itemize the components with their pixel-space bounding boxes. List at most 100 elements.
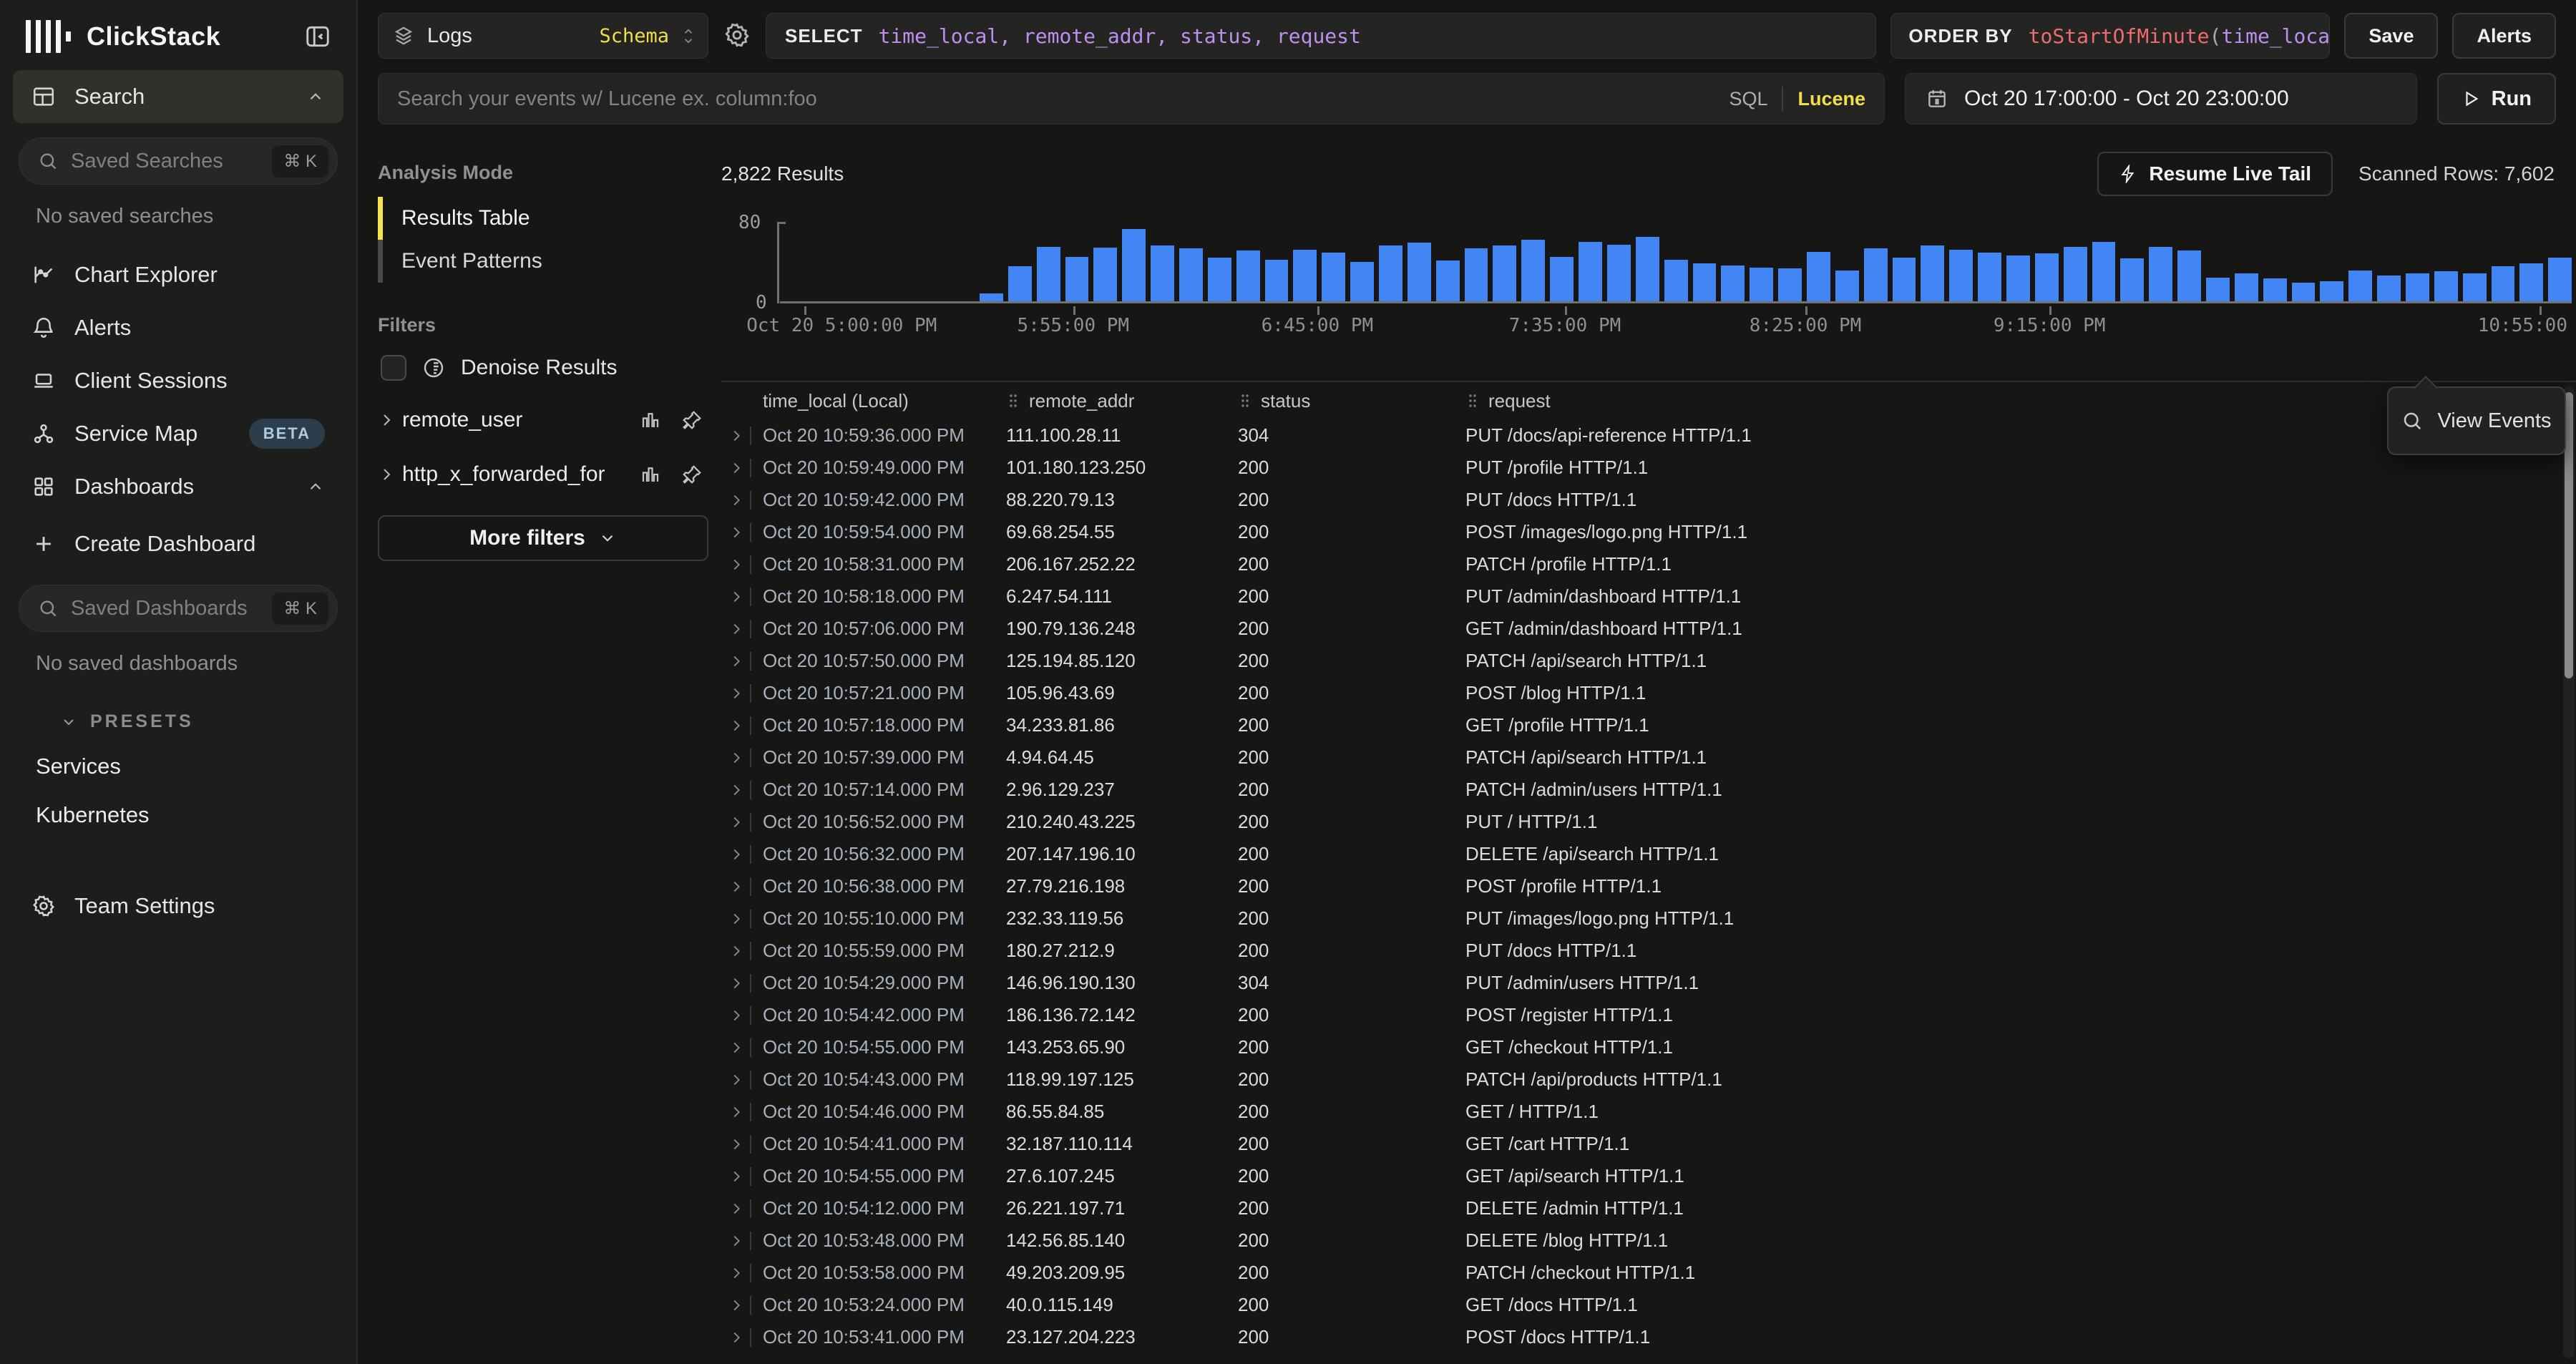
row-expand-icon[interactable] bbox=[724, 1330, 748, 1345]
row-expand-icon[interactable] bbox=[724, 1008, 748, 1023]
histogram-bar[interactable] bbox=[1607, 245, 1631, 301]
histogram-bar[interactable] bbox=[2348, 271, 2372, 301]
table-row[interactable]: Oct 20 10:54:55.000 PM143.253.65.90200GE… bbox=[721, 1031, 2576, 1063]
histogram-bar[interactable] bbox=[1265, 260, 1289, 301]
row-expand-icon[interactable] bbox=[724, 943, 748, 959]
run-button[interactable]: Run bbox=[2437, 73, 2556, 125]
histogram-bar[interactable] bbox=[1721, 266, 1745, 301]
table-row[interactable]: Oct 20 10:56:38.000 PM27.79.216.198200PO… bbox=[721, 870, 2576, 902]
source-select[interactable]: Logs Schema bbox=[378, 13, 708, 59]
source-settings-button[interactable] bbox=[723, 21, 751, 50]
histogram-bar[interactable] bbox=[2463, 273, 2487, 301]
filter-field-http-x-forwarded-for[interactable]: http_x_forwarded_for bbox=[378, 452, 708, 497]
sidebar-item-search[interactable]: Search bbox=[13, 70, 343, 123]
histogram-bar[interactable] bbox=[1521, 240, 1545, 301]
row-expand-icon[interactable] bbox=[724, 589, 748, 605]
row-expand-icon[interactable] bbox=[724, 847, 748, 862]
histogram-bar[interactable] bbox=[2320, 281, 2343, 301]
date-range-picker[interactable]: Oct 20 17:00:00 - Oct 20 23:00:00 bbox=[1905, 73, 2417, 125]
histogram-bar[interactable] bbox=[2548, 258, 2572, 301]
table-row[interactable]: Oct 20 10:53:48.000 PM142.56.85.140200DE… bbox=[721, 1224, 2576, 1257]
sidebar-item-team-settings[interactable]: Team Settings bbox=[13, 880, 343, 932]
collapse-sidebar-button[interactable] bbox=[302, 21, 333, 52]
histogram-bar[interactable] bbox=[1379, 245, 1402, 301]
row-expand-icon[interactable] bbox=[724, 492, 748, 508]
histogram-bar[interactable] bbox=[2064, 247, 2087, 301]
row-expand-icon[interactable] bbox=[724, 428, 748, 444]
table-row[interactable]: Oct 20 10:54:46.000 PM86.55.84.85200GET … bbox=[721, 1096, 2576, 1128]
table-row[interactable]: Oct 20 10:59:42.000 PM88.220.79.13200PUT… bbox=[721, 484, 2576, 516]
field-chart-icon[interactable] bbox=[640, 409, 661, 431]
row-expand-icon[interactable] bbox=[724, 718, 748, 734]
row-expand-icon[interactable] bbox=[724, 686, 748, 701]
histogram-bar[interactable] bbox=[2120, 258, 2144, 301]
table-row[interactable]: Oct 20 10:56:52.000 PM210.240.43.225200P… bbox=[721, 806, 2576, 838]
histogram-bar[interactable] bbox=[1322, 253, 1345, 301]
denoise-checkbox[interactable] bbox=[381, 355, 406, 381]
histogram-bar[interactable] bbox=[1122, 229, 1146, 301]
pin-icon[interactable] bbox=[681, 409, 703, 431]
histogram-bar[interactable] bbox=[2235, 273, 2258, 301]
histogram-bar[interactable] bbox=[1978, 253, 2001, 301]
row-expand-icon[interactable] bbox=[724, 975, 748, 991]
table-row[interactable]: Oct 20 10:58:31.000 PM206.167.252.22200P… bbox=[721, 548, 2576, 580]
row-expand-icon[interactable] bbox=[724, 782, 748, 798]
histogram-bar[interactable] bbox=[1179, 248, 1203, 301]
table-row[interactable]: Oct 20 10:54:42.000 PM186.136.72.142200P… bbox=[721, 999, 2576, 1031]
table-row[interactable]: Oct 20 10:54:55.000 PM27.6.107.245200GET… bbox=[721, 1160, 2576, 1192]
table-row[interactable]: Oct 20 10:59:49.000 PM101.180.123.250200… bbox=[721, 452, 2576, 484]
row-expand-icon[interactable] bbox=[724, 460, 748, 476]
histogram-bar[interactable] bbox=[1807, 252, 1830, 301]
drag-handle-icon[interactable] bbox=[1006, 392, 1020, 409]
histogram-bar[interactable] bbox=[2519, 263, 2543, 301]
table-row[interactable]: Oct 20 10:57:21.000 PM105.96.43.69200POS… bbox=[721, 677, 2576, 709]
row-expand-icon[interactable] bbox=[724, 1104, 748, 1120]
histogram-bar[interactable] bbox=[1750, 268, 1773, 301]
order-by-input[interactable]: ORDER BY toStartOfMinute(time_local) D bbox=[1890, 13, 2330, 59]
sidebar-item-alerts[interactable]: Alerts bbox=[13, 301, 343, 354]
table-row[interactable]: Oct 20 10:53:24.000 PM40.0.115.149200GET… bbox=[721, 1289, 2576, 1321]
mode-lucene-toggle[interactable]: Lucene bbox=[1783, 88, 1865, 110]
sidebar-item-service-map[interactable]: Service Map BETA bbox=[13, 407, 343, 460]
table-row[interactable]: Oct 20 10:57:18.000 PM34.233.81.86200GET… bbox=[721, 709, 2576, 741]
select-columns-input[interactable]: SELECT time_local, remote_addr, status, … bbox=[766, 13, 1876, 59]
histogram-bar[interactable] bbox=[1236, 250, 1260, 301]
more-filters-button[interactable]: More filters bbox=[378, 515, 708, 561]
saved-searches-input[interactable]: Saved Searches ⌘ K bbox=[19, 137, 338, 185]
histogram-bar[interactable] bbox=[1550, 257, 1574, 301]
row-expand-icon[interactable] bbox=[724, 1169, 748, 1184]
histogram-bar[interactable] bbox=[1436, 260, 1460, 301]
row-expand-icon[interactable] bbox=[724, 814, 748, 830]
histogram-bar[interactable] bbox=[1636, 237, 1659, 301]
histogram-bar[interactable] bbox=[1407, 243, 1431, 301]
histogram-bar[interactable] bbox=[1579, 242, 1602, 301]
resume-live-tail-button[interactable]: Resume Live Tail bbox=[2097, 152, 2333, 196]
histogram-bar[interactable] bbox=[2177, 250, 2201, 301]
histogram-bar[interactable] bbox=[1893, 258, 1916, 301]
drag-handle-icon[interactable] bbox=[1238, 392, 1252, 409]
field-chart-icon[interactable] bbox=[640, 464, 661, 485]
row-expand-icon[interactable] bbox=[724, 911, 748, 927]
table-row[interactable]: Oct 20 10:57:39.000 PM4.94.64.45200PATCH… bbox=[721, 741, 2576, 774]
histogram-bar[interactable] bbox=[2092, 242, 2116, 301]
preset-item-services[interactable]: Services bbox=[13, 742, 343, 791]
histogram-bar[interactable] bbox=[1693, 263, 1717, 301]
row-expand-icon[interactable] bbox=[724, 1265, 748, 1281]
mode-event-patterns[interactable]: Event Patterns bbox=[378, 240, 708, 283]
table-row[interactable]: Oct 20 10:58:18.000 PM6.247.54.111200PUT… bbox=[721, 580, 2576, 613]
histogram-bar[interactable] bbox=[2206, 278, 2230, 301]
table-row[interactable]: Oct 20 10:54:29.000 PM146.96.190.130304P… bbox=[721, 967, 2576, 999]
alerts-button[interactable]: Alerts bbox=[2452, 13, 2556, 59]
histogram-bar[interactable] bbox=[1864, 248, 1888, 301]
histogram-bar[interactable] bbox=[2377, 276, 2401, 301]
row-expand-icon[interactable] bbox=[724, 750, 748, 766]
saved-dashboards-input[interactable]: Saved Dashboards ⌘ K bbox=[19, 585, 338, 632]
row-expand-icon[interactable] bbox=[724, 1136, 748, 1152]
histogram-bar[interactable] bbox=[2263, 278, 2287, 301]
scrollbar-track[interactable] bbox=[2563, 386, 2575, 1358]
histogram-bar[interactable] bbox=[1293, 250, 1317, 301]
table-row[interactable]: Oct 20 10:59:54.000 PM69.68.254.55200POS… bbox=[721, 516, 2576, 548]
pin-icon[interactable] bbox=[681, 464, 703, 485]
preset-item-kubernetes[interactable]: Kubernetes bbox=[13, 791, 343, 839]
histogram-bar[interactable] bbox=[1208, 258, 1231, 301]
